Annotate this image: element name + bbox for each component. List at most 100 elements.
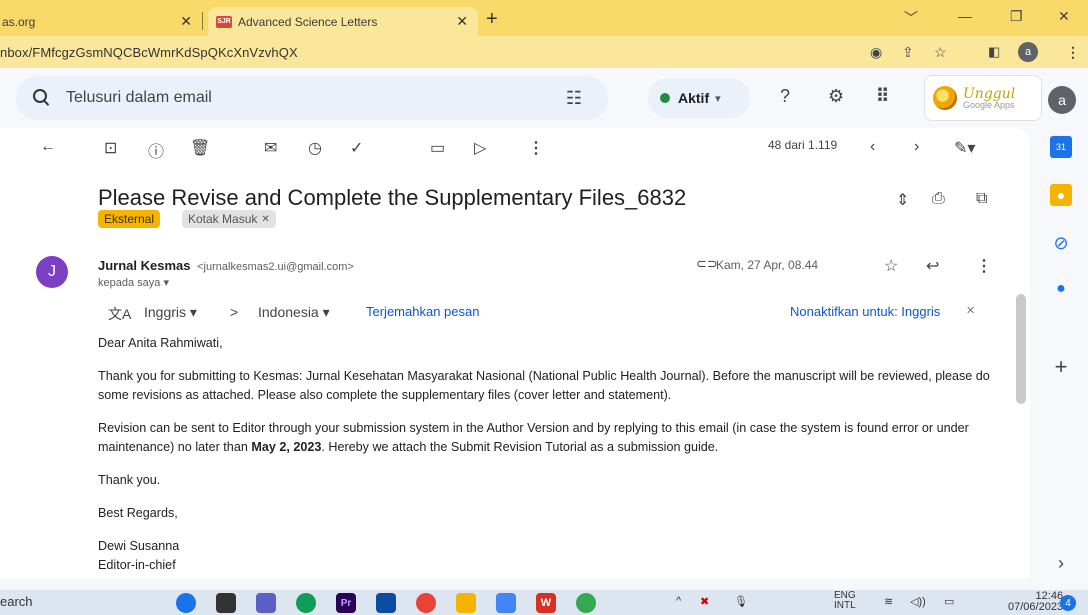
share-icon[interactable]: ⇪ [902, 44, 914, 61]
tab-search-chevron-icon[interactable]: ﹀ [904, 8, 918, 28]
close-translation-icon[interactable]: ✕ [966, 304, 975, 317]
target-language-select[interactable]: Indonesia ▾ [258, 304, 330, 321]
bookmark-star-icon[interactable]: ☆ [934, 44, 947, 61]
chrome-profile-icon[interactable] [576, 593, 596, 613]
next-message-icon[interactable]: › [914, 138, 919, 156]
folder-app-icon[interactable] [456, 593, 476, 613]
minimize-icon[interactable]: — [958, 8, 972, 24]
reply-icon[interactable]: ↩ [926, 256, 939, 276]
logo-text: Unggul Google Apps [963, 87, 1015, 110]
label-inbox-text: Kotak Masuk [188, 212, 258, 226]
notification-badge[interactable]: 4 [1060, 595, 1076, 611]
new-tab-icon[interactable]: + [486, 8, 498, 31]
tray-overflow-icon[interactable]: ^ [676, 595, 681, 607]
mark-unread-icon[interactable]: ✉ [264, 138, 277, 158]
add-addon-icon[interactable]: + [1050, 354, 1072, 379]
close-tab-icon[interactable]: ✕ [456, 13, 468, 30]
star-icon[interactable]: ☆ [884, 256, 898, 276]
report-spam-icon[interactable]: ⓘ [148, 138, 164, 162]
label-external[interactable]: Eksternal [98, 210, 161, 228]
remove-label-icon[interactable]: ✕ [261, 214, 269, 225]
language-variant: INTL [834, 600, 856, 611]
browser-tab-active[interactable]: SJR Advanced Science Letters ✕ [208, 7, 478, 36]
source-language-select[interactable]: Inggris ▾ [144, 304, 197, 321]
show-side-panel-icon[interactable]: › [1050, 552, 1072, 574]
volume-icon[interactable]: ◁)) [910, 595, 926, 608]
browser-profile-avatar[interactable]: a [1018, 42, 1038, 62]
paragraph-text: . Hereby we attach the Submit Revision T… [321, 440, 719, 454]
label-inbox[interactable]: Kotak Masuk ✕ [182, 210, 276, 228]
close-window-icon[interactable]: ✕ [1058, 8, 1070, 25]
edge-browser-icon[interactable] [296, 593, 316, 613]
account-avatar[interactable]: a [1048, 86, 1076, 114]
system-clock[interactable]: 12:46 07/06/2023 [1008, 591, 1063, 613]
taskbar-search[interactable]: earch [0, 594, 33, 609]
greeting: Dear Anita Rahmiwati, [98, 336, 223, 350]
thanks-line: Thank you. [98, 473, 161, 487]
translate-icon: 文A [108, 306, 132, 322]
snooze-clock-icon[interactable]: ◷ [308, 138, 322, 158]
recipient-dropdown[interactable]: kepada saya ▾ [98, 276, 169, 289]
side-panel-icon[interactable]: ◧ [988, 44, 1000, 60]
eye-icon[interactable]: ◉ [870, 44, 882, 61]
restore-icon[interactable]: ❐ [1010, 8, 1023, 25]
wps-app-icon[interactable]: W [536, 593, 556, 613]
move-to-folder-icon[interactable]: ▭ [430, 138, 445, 158]
browser-tab[interactable]: as.org ✕ [0, 7, 200, 36]
sender-name[interactable]: Jurnal Kesmas [98, 258, 191, 273]
search-icon[interactable] [32, 88, 52, 108]
message-scrollbar[interactable] [1016, 294, 1026, 404]
target-language: Indonesia [258, 304, 319, 320]
settings-gear-icon[interactable]: ⚙ [828, 86, 844, 107]
help-icon[interactable]: ? [780, 86, 790, 107]
teams-app-icon[interactable] [256, 593, 276, 613]
keep-notes-icon[interactable]: ● [1050, 184, 1072, 206]
input-tools-icon[interactable]: ✎▾ [954, 138, 975, 158]
premiere-app-icon[interactable]: Pr [336, 593, 356, 613]
search-input[interactable] [66, 89, 526, 107]
bing-app-icon[interactable] [176, 593, 196, 613]
message-date: Kam, 27 Apr, 08.44 [716, 258, 819, 272]
open-new-window-icon[interactable]: ⧉ [976, 190, 987, 208]
delete-trash-icon[interactable]: 🗑 [190, 138, 210, 158]
organization-logo[interactable]: Unggul Google Apps [924, 75, 1042, 121]
add-task-icon[interactable]: ✓ [350, 138, 363, 158]
chrome-app-icon[interactable] [416, 593, 436, 613]
print-icon[interactable]: ⎙ [932, 190, 945, 208]
calendar-icon[interactable]: 31 [1050, 136, 1072, 158]
network-alert-icon[interactable]: ✖ [700, 595, 709, 608]
url-field[interactable]: nbox/FMfcgzGsmNQCBcWmrKdSpQKcXnVzvhQX [0, 45, 298, 60]
status-selector[interactable]: Aktif ▾ [648, 78, 750, 118]
status-dot-icon [660, 93, 670, 103]
more-options-icon[interactable]: ⋮ [528, 138, 544, 158]
previous-message-icon[interactable]: ‹ [870, 138, 875, 156]
chevron-right-icon: > [230, 304, 239, 320]
browser-menu-icon[interactable]: ⋮ [1066, 44, 1080, 61]
recipient-label: kepada saya [98, 277, 161, 289]
search-options-icon[interactable]: ☷ [566, 88, 582, 109]
store-app-icon[interactable] [496, 593, 516, 613]
microphone-icon[interactable]: 🎙 [734, 595, 748, 608]
tasks-icon[interactable]: ⊘ [1050, 232, 1072, 254]
wifi-icon[interactable]: ≋ [884, 595, 893, 608]
label-tag-icon[interactable]: ▷ [474, 138, 486, 158]
translation-bar: 文A Inggris ▾ > Indonesia ▾ Terjemahkan p… [108, 302, 988, 324]
battery-icon[interactable]: ▭ [944, 595, 954, 608]
message-subject: Please Revise and Complete the Supplemen… [98, 185, 687, 210]
close-tab-icon[interactable]: ✕ [180, 13, 192, 30]
language-indicator[interactable]: ENG INTL [834, 591, 856, 611]
back-arrow-icon[interactable]: ← [40, 138, 56, 156]
archive-icon[interactable]: ⊡ [104, 138, 117, 158]
body-paragraph-1: Thank you for submitting to Kesmas: Jurn… [98, 369, 990, 402]
mail-app-icon[interactable] [376, 593, 396, 613]
apps-grid-icon[interactable]: ⠿ [876, 86, 889, 107]
sender-avatar[interactable]: J [36, 256, 68, 288]
expand-collapse-icon[interactable]: ⇕ [896, 190, 909, 210]
translate-message-link[interactable]: Terjemahkan pesan [366, 304, 479, 319]
disable-translation-link[interactable]: Nonaktifkan untuk: Inggris [790, 304, 940, 319]
file-explorer-icon[interactable] [216, 593, 236, 613]
body-paragraph-2: Revision can be sent to Editor through y… [98, 419, 998, 457]
contacts-icon[interactable]: ● [1050, 278, 1072, 300]
message-more-icon[interactable]: ⋮ [976, 256, 992, 276]
sender-email: <jurnalkesmas2.ui@gmail.com> [197, 261, 354, 273]
